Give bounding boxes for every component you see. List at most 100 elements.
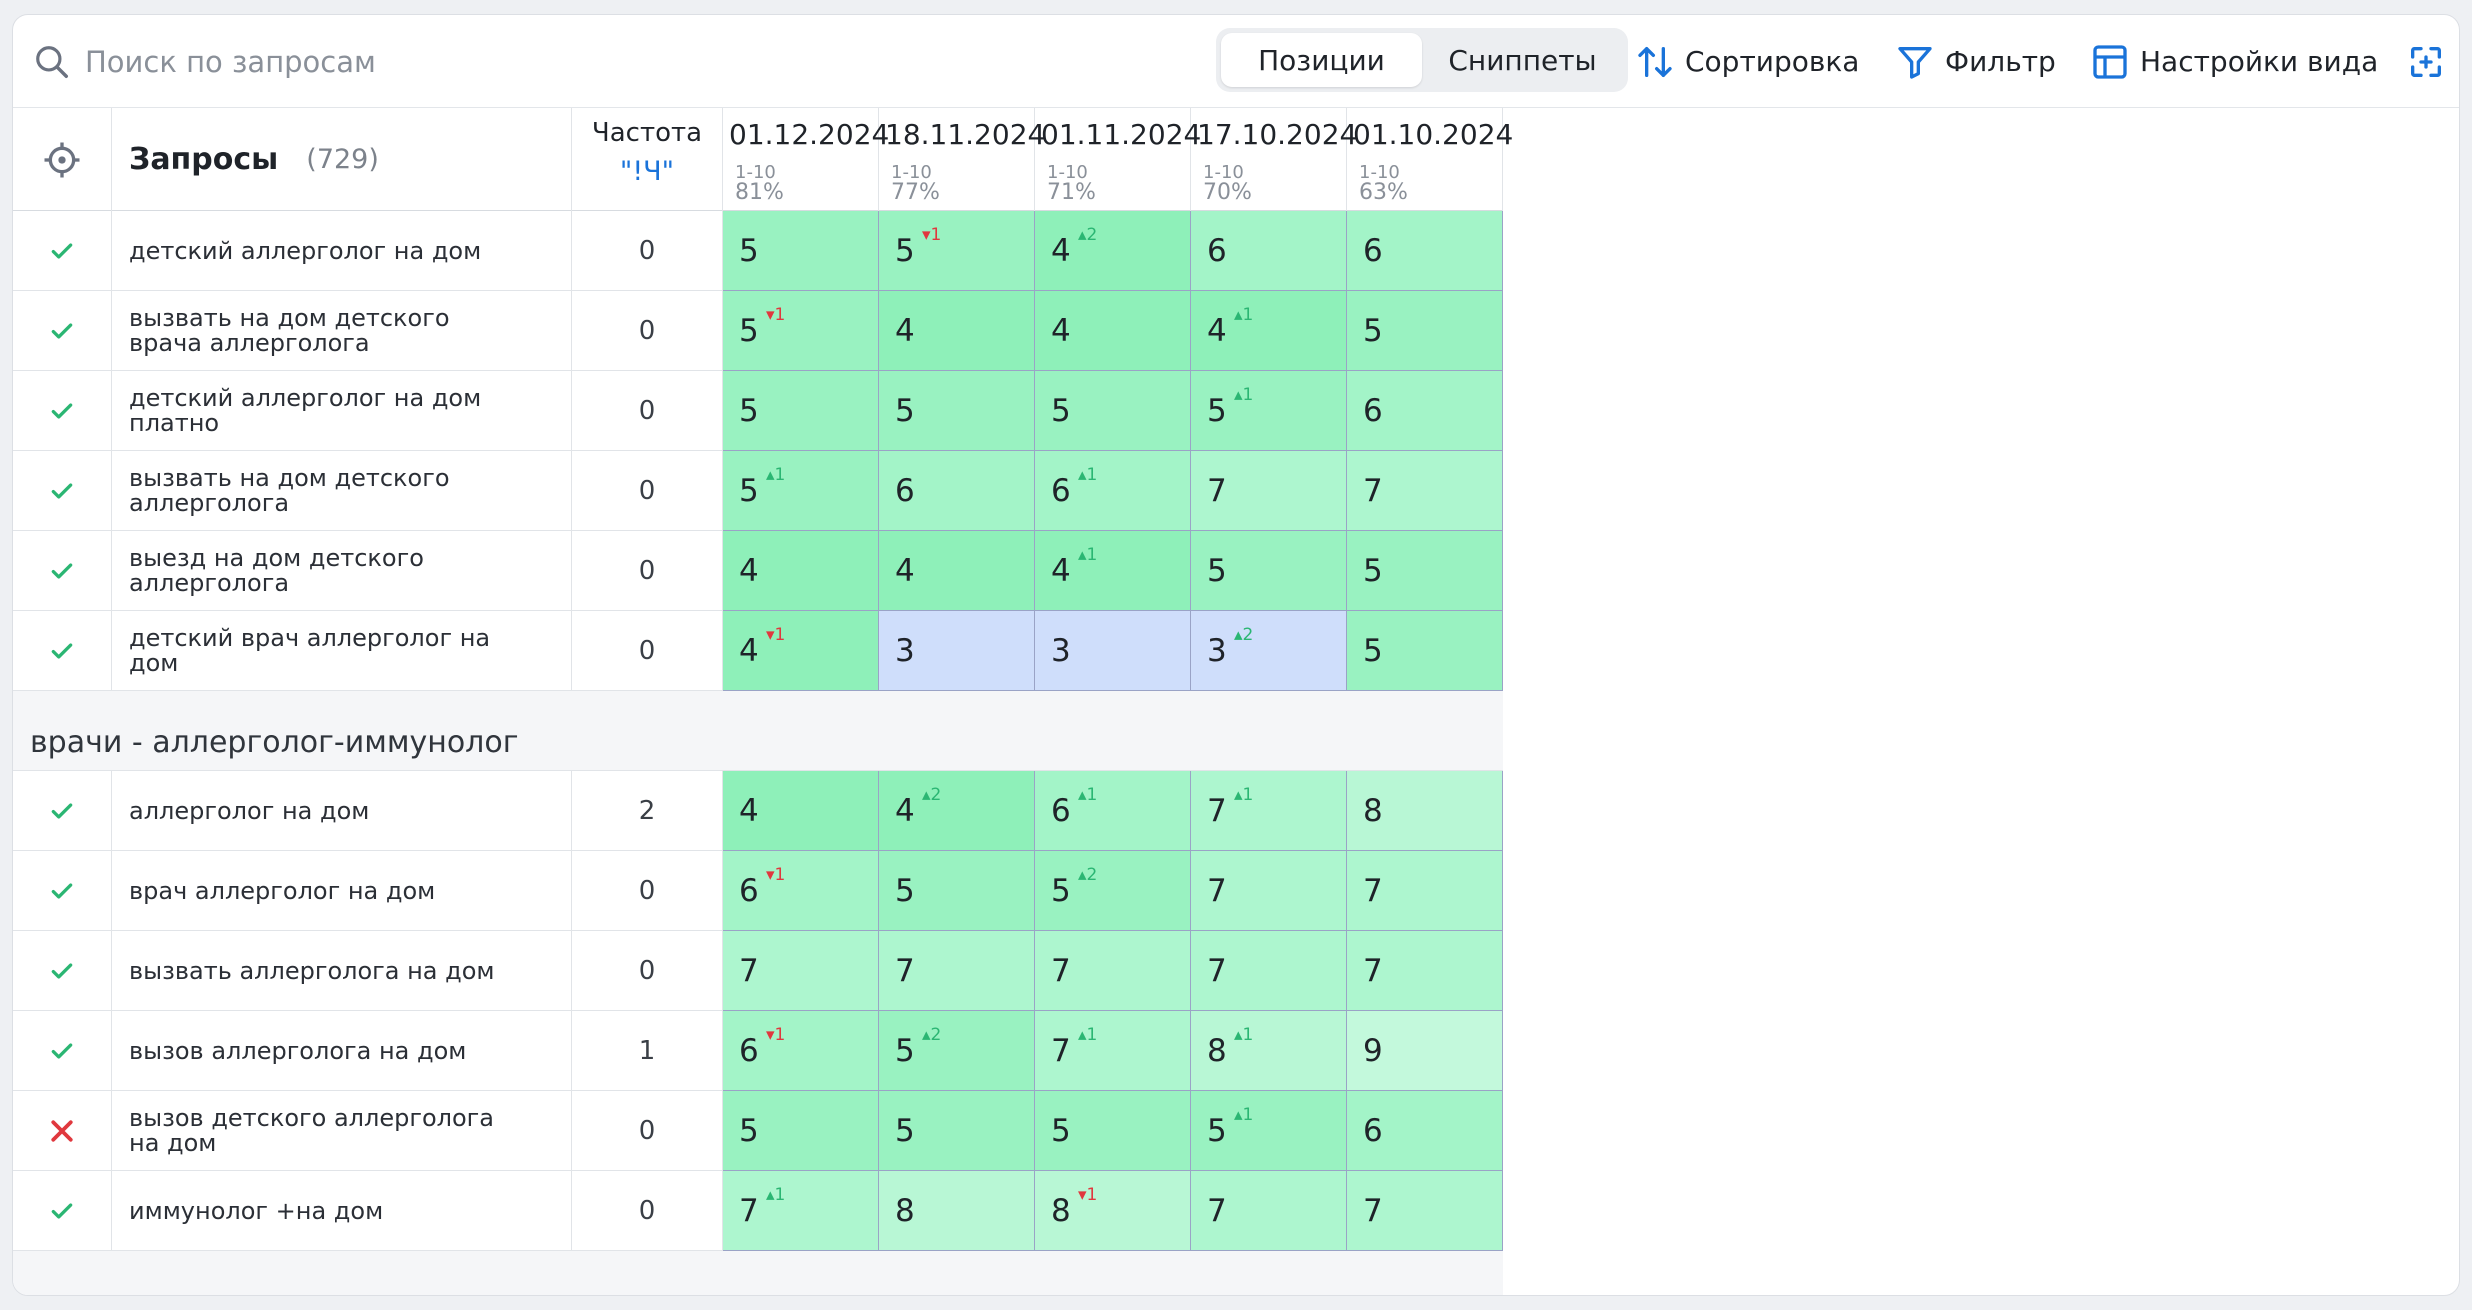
query-cell[interactable]: выезд на дом детского аллерголога [112, 531, 572, 611]
position-cell[interactable]: 4 [1035, 291, 1191, 371]
position-cell[interactable]: 5 ▴1 [1191, 371, 1347, 451]
table-row[interactable]: вызов детского аллерголога на дом 0 5 5 5 5 ▴1… [13, 1091, 1503, 1171]
table-row[interactable]: вызвать на дом детского врача аллерголог… [13, 291, 1503, 371]
query-cell[interactable]: детский врач аллерголог на дом [112, 611, 572, 691]
query-cell[interactable]: вызов аллерголога на дом [112, 1011, 572, 1091]
position-cell[interactable]: 7 [1347, 451, 1503, 531]
table-row[interactable]: детский врач аллерголог на дом 0 4 ▾1 3 3 3 ▴2 5 [13, 611, 1503, 691]
table-row[interactable]: аллерголог на дом 2 4 4 ▴2 6 ▴1 7 ▴1 8 [13, 771, 1503, 851]
position-cell[interactable]: 7 [879, 931, 1035, 1011]
position-cell[interactable]: 5 [879, 371, 1035, 451]
position-cell[interactable]: 8 ▾1 [1035, 1171, 1191, 1251]
position-cell[interactable]: 4 [723, 531, 879, 611]
query-cell[interactable]: врач аллерголог на дом [112, 851, 572, 931]
query-cell[interactable]: вызвать на дом детского аллерголога [112, 451, 572, 531]
position-cell[interactable]: 4 [879, 291, 1035, 371]
position-cell[interactable]: 5 [723, 371, 879, 451]
position-cell[interactable]: 4 ▴2 [879, 771, 1035, 851]
filter-button[interactable]: Фильтр [1895, 15, 2056, 108]
position-cell[interactable]: 5 [1347, 291, 1503, 371]
query-cell[interactable]: иммунолог +на дом [112, 1171, 572, 1251]
position-cell[interactable]: 4 ▴1 [1191, 291, 1347, 371]
position-cell[interactable]: 3 [1035, 611, 1191, 691]
position-cell[interactable]: 9 [1347, 1011, 1503, 1091]
position-cell[interactable]: 3 ▴2 [1191, 611, 1347, 691]
position-cell[interactable]: 8 [879, 1171, 1035, 1251]
position-cell[interactable]: 7 [1191, 1171, 1347, 1251]
position-cell[interactable]: 7 [723, 931, 879, 1011]
sort-button[interactable]: Сортировка [1635, 15, 1859, 108]
date-column-header[interactable]: 18.11.2024 1-10 77% [879, 108, 1045, 211]
date-column-header[interactable]: 01.10.2024 1-10 63% [1347, 108, 1513, 211]
query-cell[interactable]: детский аллерголог на дом [112, 211, 572, 291]
position-cell[interactable]: 4 [879, 531, 1035, 611]
table-row[interactable]: выезд на дом детского аллерголога 0 4 4 4 ▴1 5… [13, 531, 1503, 611]
queries-column-header[interactable]: Запросы (729) [112, 108, 572, 211]
query-cell[interactable]: аллерголог на дом [112, 771, 572, 851]
position-cell[interactable]: 7 ▴1 [1035, 1011, 1191, 1091]
position-cell[interactable]: 7 [1347, 851, 1503, 931]
position-cell[interactable]: 5 ▾1 [723, 291, 879, 371]
position-cell[interactable]: 5 [1035, 371, 1191, 451]
position-cell[interactable]: 7 [1191, 851, 1347, 931]
position-cell[interactable]: 5 [723, 211, 879, 291]
position-cell[interactable]: 4 ▴2 [1035, 211, 1191, 291]
table-row[interactable]: иммунолог +на дом 0 7 ▴1 8 8 ▾1 7 7 [13, 1171, 1503, 1251]
position-cell[interactable]: 5 [879, 1091, 1035, 1171]
table-row[interactable]: вызвать аллерголога на дом 0 7 7 7 7 7 [13, 931, 1503, 1011]
frequency-column-header[interactable]: Частота "!Ч" [572, 108, 723, 211]
position-cell[interactable]: 6 [1191, 211, 1347, 291]
position-cell[interactable]: 5 [723, 1091, 879, 1171]
position-cell[interactable]: 4 ▾1 [723, 611, 879, 691]
position-cell[interactable]: 5 [1191, 531, 1347, 611]
position-cell[interactable]: 7 [1035, 931, 1191, 1011]
position-cell[interactable]: 5 ▴1 [1191, 1091, 1347, 1171]
tab-snippets[interactable]: Сниппеты [1422, 33, 1623, 87]
position-cell[interactable]: 7 [1347, 1171, 1503, 1251]
search-input[interactable] [85, 44, 885, 79]
position-cell[interactable]: 3 [879, 611, 1035, 691]
position-cell[interactable]: 7 ▴1 [1191, 771, 1347, 851]
position-cell[interactable]: 5 [1347, 611, 1503, 691]
query-cell[interactable]: вызвать на дом детского врача аллерголог… [112, 291, 572, 371]
position-cell[interactable]: 5 ▴1 [723, 451, 879, 531]
query-cell[interactable]: вызов детского аллерголога на дом [112, 1091, 572, 1171]
table-row[interactable]: вызов аллерголога на дом 1 6 ▾1 5 ▴2 7 ▴1 8 ▴1 9 [13, 1011, 1503, 1091]
date-column-header[interactable]: 17.10.2024 1-10 70% [1191, 108, 1357, 211]
query-cell[interactable]: детский аллерголог на дом платно [112, 371, 572, 451]
fullscreen-button[interactable] [2406, 15, 2446, 108]
position-cell[interactable]: 7 [1191, 451, 1347, 531]
position-cell[interactable]: 8 ▴1 [1191, 1011, 1347, 1091]
position-cell[interactable]: 4 [723, 771, 879, 851]
position-cell[interactable]: 5 ▾1 [879, 211, 1035, 291]
table-row[interactable]: детский аллерголог на дом платно 0 5 5 5 5 ▴1 6 [13, 371, 1503, 451]
position-cell[interactable]: 5 [1347, 531, 1503, 611]
position-cell[interactable]: 7 [1347, 931, 1503, 1011]
position-cell[interactable]: 7 ▴1 [723, 1171, 879, 1251]
position-cell[interactable]: 6 [1347, 371, 1503, 451]
position-cell[interactable]: 7 [1191, 931, 1347, 1011]
position-cell[interactable]: 4 ▴1 [1035, 531, 1191, 611]
position-cell[interactable]: 6 ▴1 [1035, 451, 1191, 531]
position-cell[interactable]: 5 [1035, 1091, 1191, 1171]
position-cell[interactable]: 6 [879, 451, 1035, 531]
frequency-type-link[interactable]: "!Ч" [572, 156, 722, 187]
table-row[interactable]: детский аллерголог на дом 0 5 5 ▾1 4 ▴2 6 6 [13, 211, 1503, 291]
locate-button[interactable] [13, 108, 112, 211]
position-cell[interactable]: 6 ▾1 [723, 1011, 879, 1091]
position-cell[interactable]: 6 ▴1 [1035, 771, 1191, 851]
position-cell[interactable]: 6 ▾1 [723, 851, 879, 931]
tab-positions[interactable]: Позиции [1221, 33, 1422, 87]
date-column-header[interactable]: 01.11.2024 1-10 71% [1035, 108, 1201, 211]
table-row[interactable]: врач аллерголог на дом 0 6 ▾1 5 5 ▴2 7 7 [13, 851, 1503, 931]
position-cell[interactable]: 5 [879, 851, 1035, 931]
position-cell[interactable]: 6 [1347, 211, 1503, 291]
position-cell[interactable]: 5 ▴2 [879, 1011, 1035, 1091]
position-cell[interactable]: 5 ▴2 [1035, 851, 1191, 931]
query-cell[interactable]: вызвать аллерголога на дом [112, 931, 572, 1011]
date-column-header[interactable]: 01.12.2024 1-10 81% [723, 108, 889, 211]
search-box[interactable] [33, 15, 885, 108]
table-row[interactable]: вызвать на дом детского аллерголога 0 5 ▴1 6… [13, 451, 1503, 531]
view-settings-button[interactable]: Настройки вида [2090, 15, 2378, 108]
position-cell[interactable]: 8 [1347, 771, 1503, 851]
